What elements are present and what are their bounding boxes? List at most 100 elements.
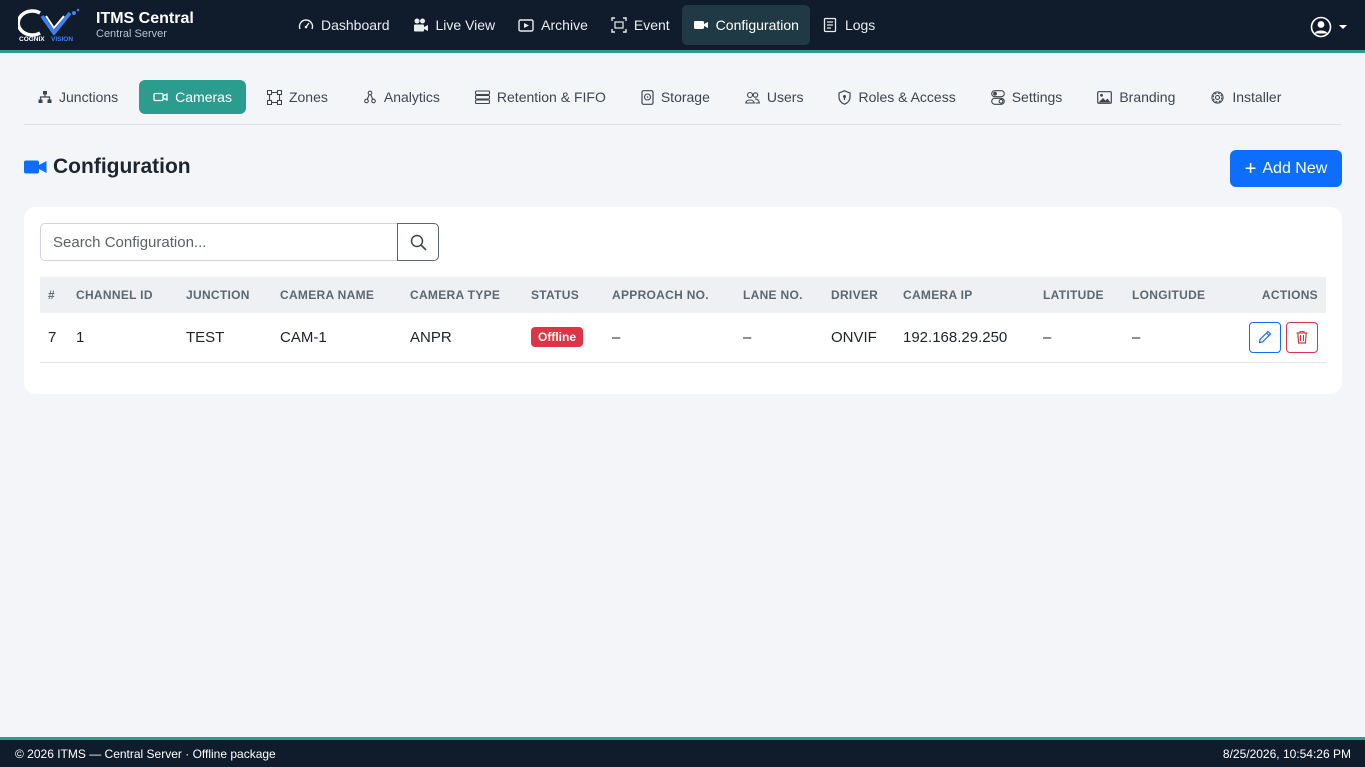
nav-item-archive[interactable]: Archive: [507, 5, 599, 45]
column-header-status[interactable]: STATUS: [531, 277, 612, 313]
scan-icon: [611, 17, 627, 33]
column-header-approach[interactable]: APPROACH NO.: [612, 277, 743, 313]
hierarchy-icon: [38, 91, 52, 103]
camera-icon: [153, 92, 168, 102]
nav-label: Archive: [541, 17, 588, 33]
video-camera-icon: [693, 21, 708, 29]
cell-approach: –: [612, 313, 743, 363]
image-icon: [1097, 90, 1113, 104]
search-group: [40, 223, 440, 261]
tab-installer[interactable]: Installer: [1196, 80, 1295, 114]
user-avatar-icon: [1310, 16, 1332, 38]
tab-roles-access[interactable]: Roles & Access: [824, 80, 969, 114]
cell-latitude: –: [1043, 313, 1132, 363]
add-new-label: Add New: [1262, 159, 1328, 177]
play-folder-icon: [518, 19, 534, 32]
tab-label: Cameras: [175, 89, 232, 105]
tab-label: Junctions: [59, 89, 119, 105]
column-header-longitude[interactable]: LONGITUDE: [1132, 277, 1232, 313]
analytics-icon: [364, 90, 376, 104]
tab-label: Roles & Access: [858, 89, 956, 105]
nav-item-live-view[interactable]: Live View: [402, 5, 507, 45]
tab-cameras[interactable]: Cameras: [139, 80, 246, 114]
add-new-button[interactable]: + Add New: [1230, 150, 1342, 187]
edit-button[interactable]: [1249, 321, 1281, 353]
gear-icon: [1211, 90, 1224, 104]
tab-junctions[interactable]: Junctions: [24, 80, 132, 114]
main-nav: Dashboard Live View Archive Event Config…: [287, 0, 887, 52]
search-icon: [410, 234, 427, 251]
nav-item-event[interactable]: Event: [600, 5, 681, 45]
app-subtitle: Central Server: [96, 27, 167, 40]
configuration-card: # CHANNEL ID JUNCTION CAMERA NAME CAMERA…: [24, 207, 1342, 394]
column-header-latitude[interactable]: LATITUDE: [1043, 277, 1132, 313]
footer-copyright: © 2026 ITMS — Central Server · Offline p…: [15, 746, 276, 761]
config-tabs: Junctions Cameras Zones Analytics Retent…: [24, 80, 1342, 125]
shield-icon: [838, 89, 852, 105]
cell-number: 7: [40, 313, 76, 363]
pencil-icon: [1258, 330, 1272, 344]
brand[interactable]: COGNIX VISION ITMS Central Central Serve…: [16, 7, 268, 43]
tab-retention-fifo[interactable]: Retention & FIFO: [461, 80, 620, 114]
camera-reels-icon: [413, 18, 428, 32]
status-badge: Offline: [531, 327, 583, 348]
nav-label: Live View: [435, 17, 496, 33]
column-header-camera-ip[interactable]: CAMERA IP: [903, 277, 1043, 313]
svg-text:COGNIX: COGNIX: [19, 36, 45, 43]
cell-longitude: –: [1132, 313, 1232, 363]
footer-clock: 8/25/2026, 10:54:26 PM: [1222, 746, 1351, 761]
column-header-camera-name[interactable]: CAMERA NAME: [280, 277, 410, 313]
nav-item-dashboard[interactable]: Dashboard: [287, 5, 401, 45]
tab-label: Users: [766, 89, 804, 105]
cognix-vision-logo: COGNIX VISION: [16, 7, 88, 43]
app-title: ITMS Central: [96, 9, 194, 27]
tab-branding[interactable]: Branding: [1083, 80, 1189, 114]
footer: © 2026 ITMS — Central Server · Offline p…: [0, 737, 1365, 767]
column-header-camera-type[interactable]: CAMERA TYPE: [410, 277, 531, 313]
device-icon: [641, 89, 654, 105]
tab-label: Analytics: [383, 89, 440, 105]
nav-label: Logs: [844, 17, 876, 33]
tab-label: Branding: [1119, 89, 1176, 105]
tab-settings[interactable]: Settings: [977, 80, 1077, 114]
table-header-row: # CHANNEL ID JUNCTION CAMERA NAME CAMERA…: [40, 277, 1326, 313]
column-header-actions: ACTIONS: [1261, 288, 1318, 302]
cell-driver: ONVIF: [831, 313, 903, 363]
cell-camera-type: ANPR: [410, 313, 531, 363]
page-title: Configuration: [53, 155, 191, 178]
cell-camera-ip: 192.168.29.250: [903, 313, 1043, 363]
page-heading: Configuration: [24, 155, 191, 179]
speedometer-icon: [298, 19, 314, 30]
tab-label: Retention & FIFO: [496, 89, 606, 105]
video-camera-icon: [24, 160, 47, 174]
tab-zones[interactable]: Zones: [253, 80, 342, 114]
search-input[interactable]: [40, 223, 398, 261]
people-icon: [745, 91, 760, 104]
column-header-driver[interactable]: DRIVER: [831, 277, 903, 313]
user-menu[interactable]: [1310, 16, 1348, 38]
caret-down-icon: [1339, 25, 1347, 29]
table-row[interactable]: 7 1 TEST CAM-1 ANPR Offline – – ONVIF 19…: [40, 313, 1326, 363]
tab-label: Settings: [1011, 89, 1063, 105]
tab-storage[interactable]: Storage: [627, 80, 724, 114]
cell-channel-id: 1: [76, 313, 186, 363]
svg-text:VISION: VISION: [51, 36, 73, 43]
column-header-number[interactable]: #: [40, 277, 76, 313]
plus-icon: +: [1244, 157, 1257, 180]
cell-junction: TEST: [186, 313, 280, 363]
trash-icon: [1296, 331, 1308, 344]
toggles-icon: [990, 89, 1005, 105]
search-button[interactable]: [397, 223, 439, 261]
nav-item-logs[interactable]: Logs: [811, 5, 886, 45]
tab-users[interactable]: Users: [731, 80, 818, 114]
cameras-table: # CHANNEL ID JUNCTION CAMERA NAME CAMERA…: [40, 277, 1326, 363]
nav-item-configuration[interactable]: Configuration: [681, 5, 810, 45]
cell-actions: [1232, 313, 1326, 363]
cell-status: Offline: [531, 313, 612, 363]
cell-lane: –: [743, 313, 831, 363]
tab-analytics[interactable]: Analytics: [349, 80, 454, 114]
column-header-junction[interactable]: JUNCTION: [186, 277, 280, 313]
column-header-channel-id[interactable]: CHANNEL ID: [76, 277, 186, 313]
column-header-lane[interactable]: LANE NO.: [743, 277, 831, 313]
delete-button[interactable]: [1286, 321, 1318, 353]
